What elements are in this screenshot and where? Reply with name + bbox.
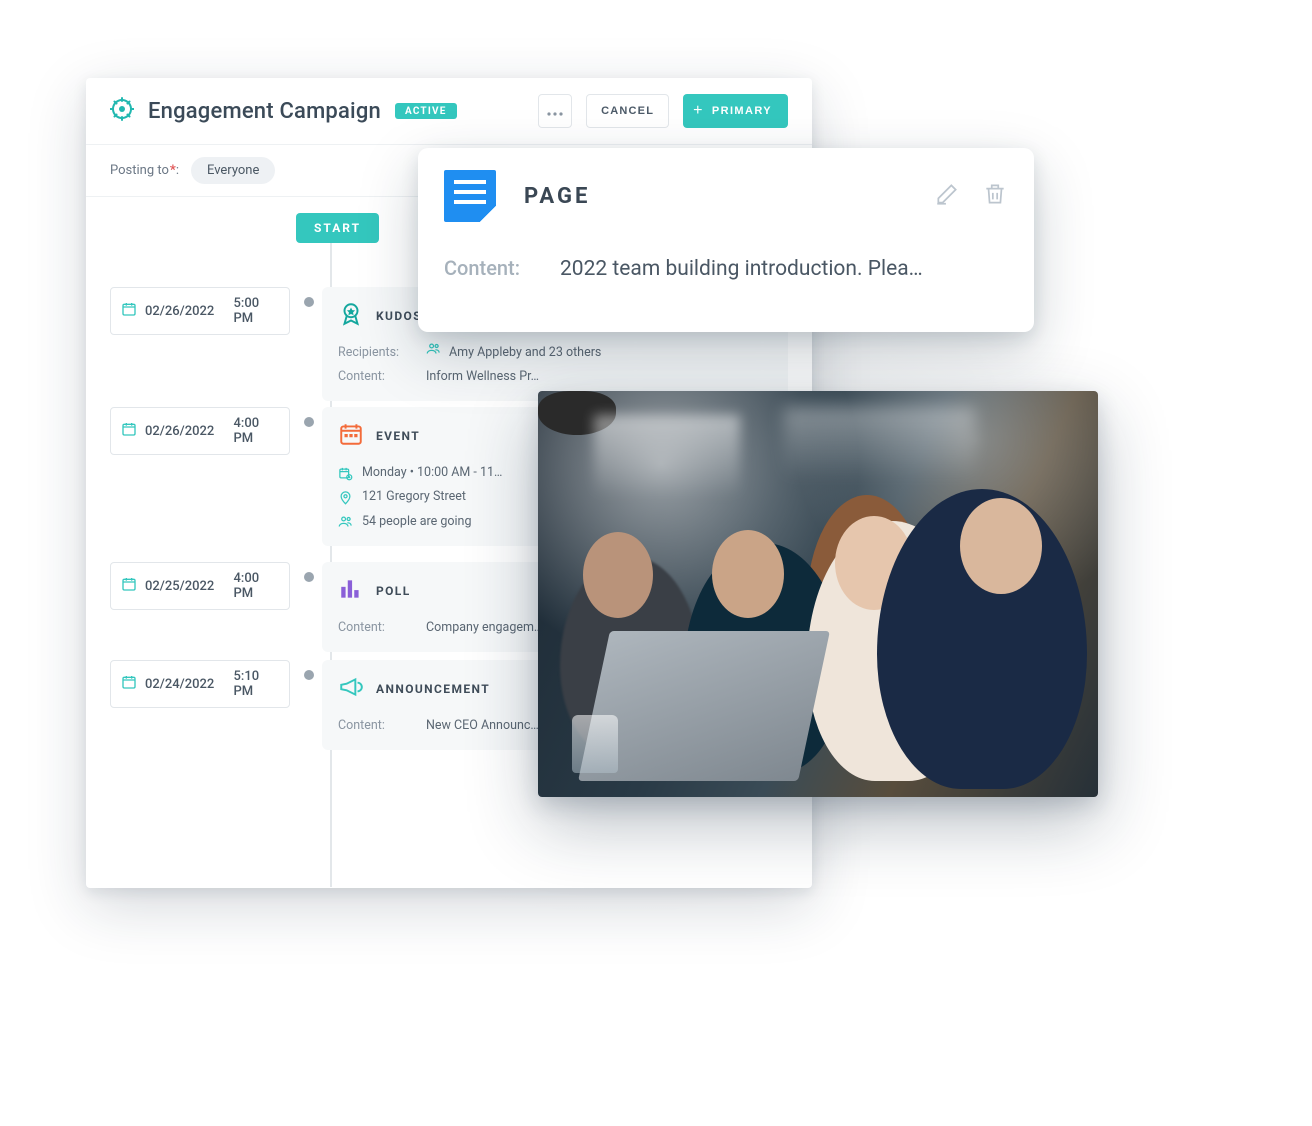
calendar-icon: [121, 576, 137, 596]
calendar-icon: [121, 674, 137, 694]
timeline-dot: [304, 670, 314, 680]
cancel-button[interactable]: CANCEL: [586, 94, 669, 128]
timeline-dot: [304, 572, 314, 582]
page-title: Engagement Campaign: [148, 99, 381, 124]
gear-icon: [110, 97, 134, 125]
kudos-icon: [338, 301, 364, 331]
content-value: New CEO Announc…: [426, 714, 539, 738]
date-picker[interactable]: 02/25/2022 4:00 PM: [110, 562, 290, 610]
status-badge: ACTIVE: [395, 103, 457, 119]
content-value: Company engagem…: [426, 616, 542, 640]
date-value: 02/25/2022: [145, 579, 214, 594]
card-type: KUDOS: [376, 309, 422, 323]
team-photo: [538, 391, 1098, 797]
content-label: Content:: [338, 365, 408, 389]
megaphone-icon: [338, 674, 364, 704]
time-value: 4:00 PM: [234, 416, 280, 446]
content-label: Content:: [338, 616, 408, 640]
panel-header: Engagement Campaign ACTIVE CANCEL + PRIM…: [86, 78, 812, 144]
calendar-clock-icon: [338, 466, 354, 481]
card-type: POLL: [376, 584, 411, 598]
time-value: 5:10 PM: [234, 669, 280, 699]
poll-icon: [338, 576, 364, 606]
date-picker[interactable]: 02/24/2022 5:10 PM: [110, 660, 290, 708]
date-picker[interactable]: 02/26/2022 5:00 PM: [110, 287, 290, 335]
start-pill: START: [296, 213, 379, 243]
calendar-icon: [121, 421, 137, 441]
primary-button-label: PRIMARY: [712, 105, 772, 117]
content-value: Inform Wellness Pr…: [426, 365, 539, 389]
plus-icon: +: [693, 103, 704, 119]
audience-pill[interactable]: Everyone: [191, 157, 275, 184]
ellipsis-icon: [547, 104, 563, 119]
page-content-value: 2022 team building introduction. Plea…: [560, 257, 923, 281]
timeline-dot: [304, 297, 314, 307]
recipients-label: Recipients:: [338, 341, 408, 365]
page-content-label: Content:: [444, 256, 520, 280]
date-value: 02/24/2022: [145, 677, 214, 692]
event-icon: [338, 421, 364, 451]
posting-label: Posting to*:: [110, 163, 179, 178]
more-button[interactable]: [538, 94, 572, 128]
trash-icon[interactable]: [982, 181, 1008, 211]
time-value: 5:00 PM: [234, 296, 280, 326]
edit-icon[interactable]: [934, 181, 960, 211]
timeline-dot: [304, 417, 314, 427]
attendees-icon: [338, 514, 354, 529]
recipients-value: Amy Appleby and 23 others: [426, 341, 601, 365]
card-type: ANNOUNCEMENT: [376, 682, 490, 696]
time-value: 4:00 PM: [234, 571, 280, 601]
date-picker[interactable]: 02/26/2022 4:00 PM: [110, 407, 290, 455]
page-card-title: PAGE: [524, 184, 590, 209]
page-icon: [444, 170, 496, 222]
event-when: Monday • 10:00 AM - 11…: [362, 461, 502, 485]
calendar-icon: [121, 301, 137, 321]
primary-button[interactable]: + PRIMARY: [683, 94, 788, 128]
pin-icon: [338, 490, 354, 505]
people-icon: [426, 341, 441, 365]
page-card[interactable]: PAGE Content: 2022 team building introdu…: [418, 148, 1034, 332]
content-label: Content:: [338, 714, 408, 738]
card-type: EVENT: [376, 429, 420, 443]
date-value: 02/26/2022: [145, 304, 214, 319]
date-value: 02/26/2022: [145, 424, 214, 439]
event-attending: 54 people are going: [362, 510, 471, 534]
event-where: 121 Gregory Street: [362, 485, 466, 509]
